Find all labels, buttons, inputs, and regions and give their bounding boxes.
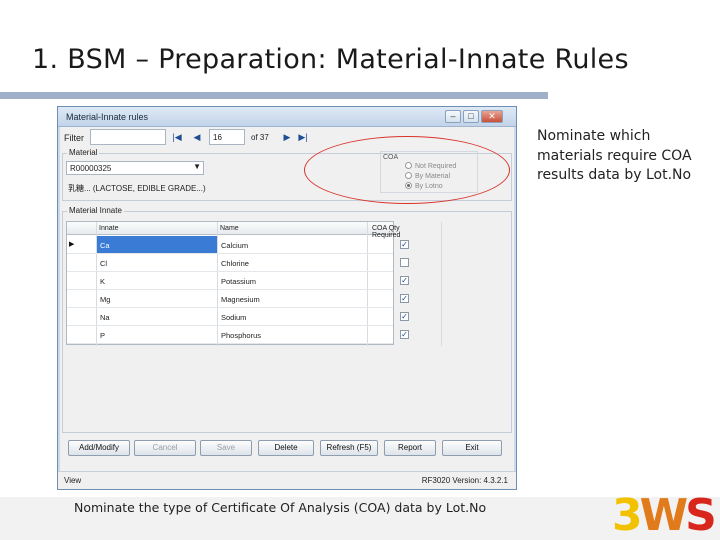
filter-input[interactable]	[90, 129, 166, 145]
refresh-button[interactable]: Refresh (F5)	[320, 440, 378, 456]
report-button[interactable]: Report	[384, 440, 436, 456]
last-record-button[interactable]: ▶|	[296, 130, 310, 144]
innate-cell[interactable]: Cl	[100, 259, 107, 268]
table-row[interactable]: Na Sodium ✓	[67, 308, 409, 326]
cancel-button[interactable]: Cancel	[134, 440, 196, 456]
innate-cell[interactable]: Mg	[100, 295, 110, 304]
material-code-combo[interactable]: R00000325 ▼	[66, 161, 204, 175]
filter-label: Filter	[64, 133, 84, 143]
close-button[interactable]: ✕	[481, 110, 503, 123]
name-cell[interactable]: Sodium	[221, 313, 246, 322]
innate-cell-bg	[97, 236, 217, 253]
coa-qty-required-checkbox[interactable]: ✓	[400, 330, 409, 339]
name-cell[interactable]: Calcium	[221, 241, 248, 250]
maximize-button[interactable]: □	[463, 110, 479, 123]
exit-button[interactable]: Exit	[442, 440, 502, 456]
table-row[interactable]: K Potassium ✓	[67, 272, 409, 290]
window-title: Material-Innate rules	[66, 112, 149, 122]
coa-qty-required-checkbox[interactable]: ✓	[400, 240, 409, 249]
innate-cell-bg	[97, 326, 217, 343]
add-modify-button[interactable]: Add/Modify	[68, 440, 130, 456]
innate-cell[interactable]: Ca	[100, 241, 110, 250]
table-row[interactable]: Mg Magnesium ✓	[67, 290, 409, 308]
name-cell[interactable]: Phosphorus	[221, 331, 261, 340]
innate-cell-bg	[97, 308, 217, 325]
innate-cell-bg	[97, 254, 217, 271]
table-row[interactable]: Cl Chlorine	[67, 254, 409, 272]
grid-header: Innate Name COA Qty Required	[67, 222, 400, 239]
material-description: 乳糖... (LACTOSE, EDIBLE GRADE...)	[68, 184, 206, 193]
save-button[interactable]: Save	[200, 440, 252, 456]
table-row[interactable]: ▶ Ca Calcium ✓	[67, 236, 409, 254]
name-cell[interactable]: Magnesium	[221, 295, 260, 304]
logo-part: 3	[612, 490, 643, 540]
innate-cell[interactable]: Na	[100, 313, 110, 322]
coa-qty-required-checkbox[interactable]: ✓	[400, 276, 409, 285]
status-version: RF3020 Version: 4.3.2.1	[421, 476, 508, 485]
page-count: of 37	[251, 133, 269, 142]
logo-part: W	[639, 490, 689, 540]
grid-divider	[441, 222, 442, 346]
innate-cell-bg	[97, 272, 217, 289]
delete-button[interactable]: Delete	[258, 440, 314, 456]
material-innate-group-label: Material Innate	[67, 206, 124, 215]
status-bar: View RF3020 Version: 4.3.2.1	[58, 471, 516, 489]
first-record-button[interactable]: |◀	[170, 130, 184, 144]
material-group-label: Material	[67, 148, 100, 157]
innate-cell[interactable]: K	[100, 277, 105, 286]
coa-qty-required-checkbox[interactable]: ✓	[400, 294, 409, 303]
innate-cell[interactable]: P	[100, 331, 105, 340]
innate-grid: Innate Name COA Qty Required ▶ Ca Calcium ✓…	[66, 221, 442, 346]
column-header-innate[interactable]: Innate	[99, 225, 118, 232]
coa-highlight-ellipse	[304, 136, 510, 204]
logo-part: S	[685, 490, 717, 540]
window-titlebar[interactable]: Material-Innate rules – □ ✕	[58, 107, 516, 127]
status-mode: View	[64, 476, 82, 485]
table-row[interactable]: P Phosphorus ✓	[67, 326, 409, 344]
company-logo: 3WS	[612, 494, 717, 538]
column-header-name[interactable]: Name	[220, 225, 239, 232]
name-cell[interactable]: Chlorine	[221, 259, 249, 268]
current-row-indicator-icon: ▶	[69, 241, 75, 248]
next-record-button[interactable]: ▶	[280, 130, 294, 144]
coa-qty-required-checkbox[interactable]: ✓	[400, 312, 409, 321]
previous-record-button[interactable]: ◀	[190, 130, 204, 144]
page-number-input[interactable]: 16	[209, 129, 245, 145]
slide-caption: Nominate the type of Certificate Of Anal…	[74, 500, 487, 515]
slide-title: 1. BSM – Preparation: Material-Innate Ru…	[32, 44, 629, 75]
innate-cell-bg	[97, 290, 217, 307]
material-code-value: R00000325	[70, 164, 112, 173]
minimize-button[interactable]: –	[445, 110, 461, 123]
side-note: Nominate which materials require COA res…	[537, 128, 692, 183]
name-cell[interactable]: Potassium	[221, 277, 256, 286]
coa-qty-required-checkbox[interactable]	[400, 258, 409, 267]
chevron-down-icon[interactable]: ▼	[193, 162, 201, 171]
title-underline	[0, 92, 548, 99]
